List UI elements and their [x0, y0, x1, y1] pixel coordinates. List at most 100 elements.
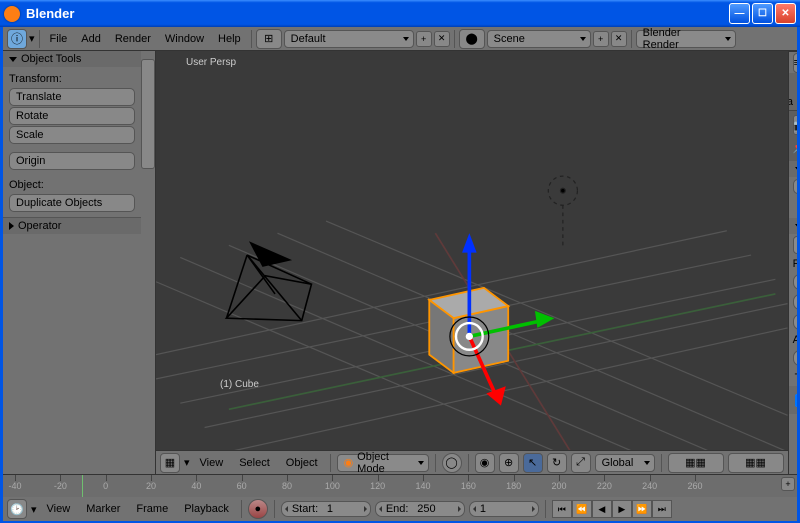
prev-keyframe-button[interactable]: ⏪ [572, 500, 592, 518]
manipulator-toggle[interactable]: ⊕ [499, 453, 519, 473]
mode-dropdown[interactable]: ◉Object Mode [337, 454, 429, 472]
transform-label: Transform: [9, 71, 135, 87]
menu-file[interactable]: File [44, 31, 74, 47]
timeline-expand-icon[interactable]: + [781, 477, 795, 491]
timeline-tick-label: 80 [282, 481, 292, 491]
editor-type-icon[interactable]: ⓘ [7, 29, 27, 49]
tab-render-icon[interactable]: 📷 [793, 115, 797, 135]
playback-controls: ⏮ ⏪ ◀ ▶ ⏩ ⏭ [552, 500, 672, 518]
menu-collapse-icon[interactable]: ▾ [184, 456, 190, 469]
menu-help[interactable]: Help [212, 31, 247, 47]
viewport-object-label: (1) Cube [220, 379, 259, 390]
timeline-menu-playback[interactable]: Playback [178, 501, 235, 517]
duplicate-objects-button[interactable]: Duplicate Objects [9, 194, 135, 212]
timeline-tick-label: -40 [8, 481, 21, 491]
display-label: Displ [793, 198, 797, 216]
next-keyframe-button[interactable]: ⏩ [632, 500, 652, 518]
jump-start-button[interactable]: ⏮ [552, 500, 572, 518]
antialias-checkbox[interactable] [795, 394, 797, 407]
properties-editor-type-icon[interactable]: ≡ [793, 53, 797, 73]
timeline-tick-label: -20 [54, 481, 67, 491]
jump-end-button[interactable]: ⏭ [652, 500, 672, 518]
shading-mode-dropdown[interactable]: ◯ [442, 453, 462, 473]
screen-layout-dropdown[interactable]: Default [284, 30, 414, 48]
3d-viewport[interactable]: User Persp [156, 51, 788, 450]
origin-button[interactable]: Origin [9, 152, 135, 170]
3dview-menu-view[interactable]: View [194, 455, 230, 471]
scene-icon[interactable]: ⬤ [459, 29, 485, 49]
window-maximize-button[interactable]: ☐ [752, 3, 773, 24]
current-frame-field[interactable]: 1 [469, 501, 539, 517]
object-tools-panel-header[interactable]: Object Tools [3, 51, 141, 67]
rotate-button[interactable]: Rotate [9, 107, 135, 125]
menu-add[interactable]: Add [75, 31, 107, 47]
remove-layout-button[interactable]: ✕ [434, 31, 450, 47]
window-close-button[interactable]: ✕ [775, 3, 796, 24]
object-label: Object: [9, 177, 135, 193]
autokey-button[interactable]: ● [248, 499, 268, 519]
manipulator-scale-icon[interactable]: ⤢ [571, 453, 591, 473]
timeline-playhead[interactable] [82, 475, 83, 497]
3dview-menu-select[interactable]: Select [233, 455, 276, 471]
translate-button[interactable]: Translate [9, 88, 135, 106]
aspect-field[interactable]: 1 [793, 350, 797, 366]
antialias-panel-header[interactable]: Anti-Ali [789, 386, 797, 414]
timeline-tick-label: 0 [103, 481, 108, 491]
menu-collapse-icon[interactable]: ▾ [31, 503, 37, 516]
manipulator-translate-icon[interactable]: ↖ [523, 453, 543, 473]
timeline-ruler[interactable]: -40-200204060801001201401601802002202402… [3, 475, 797, 497]
remove-scene-button[interactable]: ✕ [611, 31, 627, 47]
manipulator-rotate-icon[interactable]: ↻ [547, 453, 567, 473]
end-frame-field[interactable]: End: 250 [375, 501, 465, 517]
play-button[interactable]: ▶ [612, 500, 632, 518]
menu-window[interactable]: Window [159, 31, 210, 47]
layers-button-group-2[interactable]: ▦▦ [728, 453, 784, 473]
start-frame-field[interactable]: Start: 1 [281, 501, 371, 517]
timeline-tick-label: 40 [191, 481, 201, 491]
timeline-tick-label: 220 [597, 481, 612, 491]
render-panel-header[interactable]: Render [789, 161, 797, 177]
lamp-object [548, 176, 577, 245]
era-label: era [788, 96, 793, 108]
reso-pct-field[interactable]: 5 [793, 314, 797, 330]
toolshelf-scrollbar[interactable] [141, 51, 155, 474]
menu-render[interactable]: Render [109, 31, 157, 47]
pin-icon[interactable]: 📌 [793, 141, 797, 159]
add-scene-button[interactable]: + [593, 31, 609, 47]
3dview-menu-object[interactable]: Object [280, 455, 324, 471]
pivot-point-dropdown[interactable]: ◉ [475, 453, 495, 473]
scene-dropdown[interactable]: Scene [487, 30, 591, 48]
timeline-tick-label: 20 [146, 481, 156, 491]
blender-app-icon [4, 6, 20, 22]
3dview-editor-type-icon[interactable]: ▦ [160, 453, 180, 473]
timeline-tick-label: 100 [325, 481, 340, 491]
add-layout-button[interactable]: + [416, 31, 432, 47]
orientation-dropdown[interactable]: Global [595, 454, 655, 472]
window-titlebar: Blender — ☐ ✕ [0, 0, 800, 27]
timeline-tick-label: 160 [461, 481, 476, 491]
reso-y-field[interactable]: 1 [793, 294, 797, 310]
timeline-tick-label: 140 [415, 481, 430, 491]
timeline-menu-marker[interactable]: Marker [80, 501, 126, 517]
timeline-header: 🕑 ▾ View Marker Frame Playback ● Start: … [3, 497, 797, 521]
render-preset-dropdown[interactable]: Re [793, 236, 797, 254]
timeline-editor-type-icon[interactable]: 🕑 [7, 499, 27, 519]
screen-layout-icon[interactable]: ⊞ [256, 29, 282, 49]
window-minimize-button[interactable]: — [729, 3, 750, 24]
timeline-menu-frame[interactable]: Frame [130, 501, 174, 517]
render-engine-dropdown[interactable]: Blender Render [636, 30, 736, 48]
operator-panel-header[interactable]: Operator [3, 217, 141, 234]
play-reverse-button[interactable]: ◀ [592, 500, 612, 518]
layers-button-group[interactable]: ▦▦ [668, 453, 724, 473]
reso-x-field[interactable]: 1 [793, 274, 797, 290]
resolution-label: Reso [793, 258, 797, 270]
info-header: ⓘ ▾ File Add Render Window Help ⊞ Defaul… [3, 27, 797, 51]
render-image-button[interactable]: 📷 [793, 179, 797, 194]
window-title: Blender [26, 6, 729, 21]
scale-button[interactable]: Scale [9, 126, 135, 144]
3dview-header: ▦ ▾ View Select Object ◉Object Mode ◯ ◉ … [156, 450, 788, 474]
dimensions-panel-header[interactable]: Dimension [789, 218, 797, 234]
menu-collapse-icon[interactable]: ▾ [29, 32, 35, 45]
timeline-menu-view[interactable]: View [41, 501, 77, 517]
aspect-label: Aspe [793, 334, 797, 346]
